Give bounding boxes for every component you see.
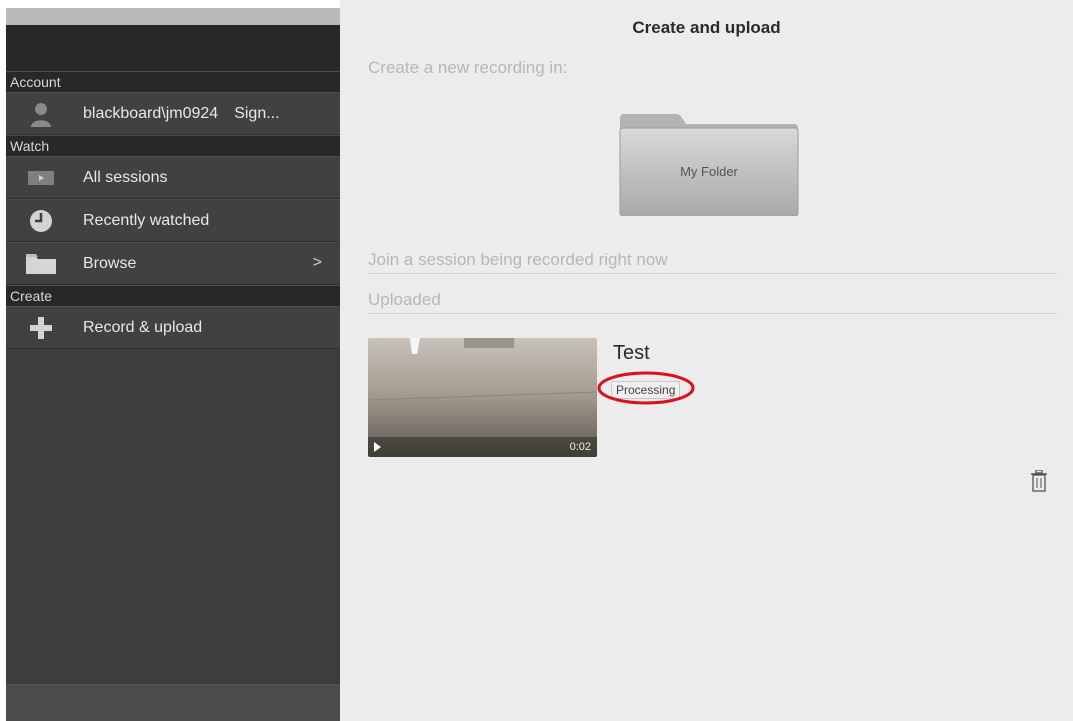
sidebar-top-bar (6, 8, 340, 25)
user-icon (26, 101, 56, 127)
uploaded-label: Uploaded (368, 290, 441, 309)
sidebar: Account blackboard\jm0924 Sign... Watch … (6, 8, 340, 721)
divider (368, 313, 1057, 314)
video-control-bar (368, 437, 597, 457)
trash-icon[interactable] (1030, 469, 1048, 492)
account-username: blackboard\jm0924 (83, 104, 219, 122)
sidebar-item-all-sessions[interactable]: All sessions (6, 156, 340, 199)
sidebar-item-label: All sessions (83, 168, 168, 186)
video-icon (26, 165, 56, 191)
folder-label: My Folder (680, 164, 738, 179)
clock-icon (26, 208, 56, 234)
sidebar-item-recently-watched[interactable]: Recently watched (6, 199, 340, 242)
sidebar-bottom-bar (6, 684, 340, 721)
recording-title[interactable]: Test (613, 342, 650, 365)
video-duration: 0:02 (569, 441, 591, 453)
chevron-right-icon: > (312, 254, 322, 271)
sidebar-item-label: Recently watched (83, 211, 210, 229)
plus-icon (26, 315, 56, 341)
recording-thumbnail[interactable]: 0:02 (368, 338, 597, 457)
sidebar-item-record-upload[interactable]: Record & upload (6, 306, 340, 349)
main-panel: Create and upload Create a new recording… (340, 0, 1073, 721)
sidebar-header (6, 25, 340, 71)
page-title: Create and upload (632, 18, 781, 37)
create-new-label: Create a new recording in: (368, 58, 568, 77)
play-icon[interactable] (374, 442, 381, 452)
section-watch: Watch (6, 135, 340, 156)
section-create: Create (6, 285, 340, 306)
folder-icon (26, 251, 56, 277)
status-badge: Processing (611, 381, 681, 399)
sidebar-item-label: Browse (83, 254, 137, 272)
join-session-label[interactable]: Join a session being recorded right now (368, 250, 668, 270)
divider (368, 273, 1057, 274)
section-account: Account (6, 71, 340, 92)
my-folder-button[interactable]: My Folder (618, 114, 800, 217)
sign-out-link[interactable]: Sign... (234, 105, 279, 123)
sidebar-item-label: Record & upload (83, 318, 203, 336)
sidebar-item-browse[interactable]: Browse > (6, 242, 340, 285)
account-item[interactable]: blackboard\jm0924 Sign... (6, 92, 340, 135)
